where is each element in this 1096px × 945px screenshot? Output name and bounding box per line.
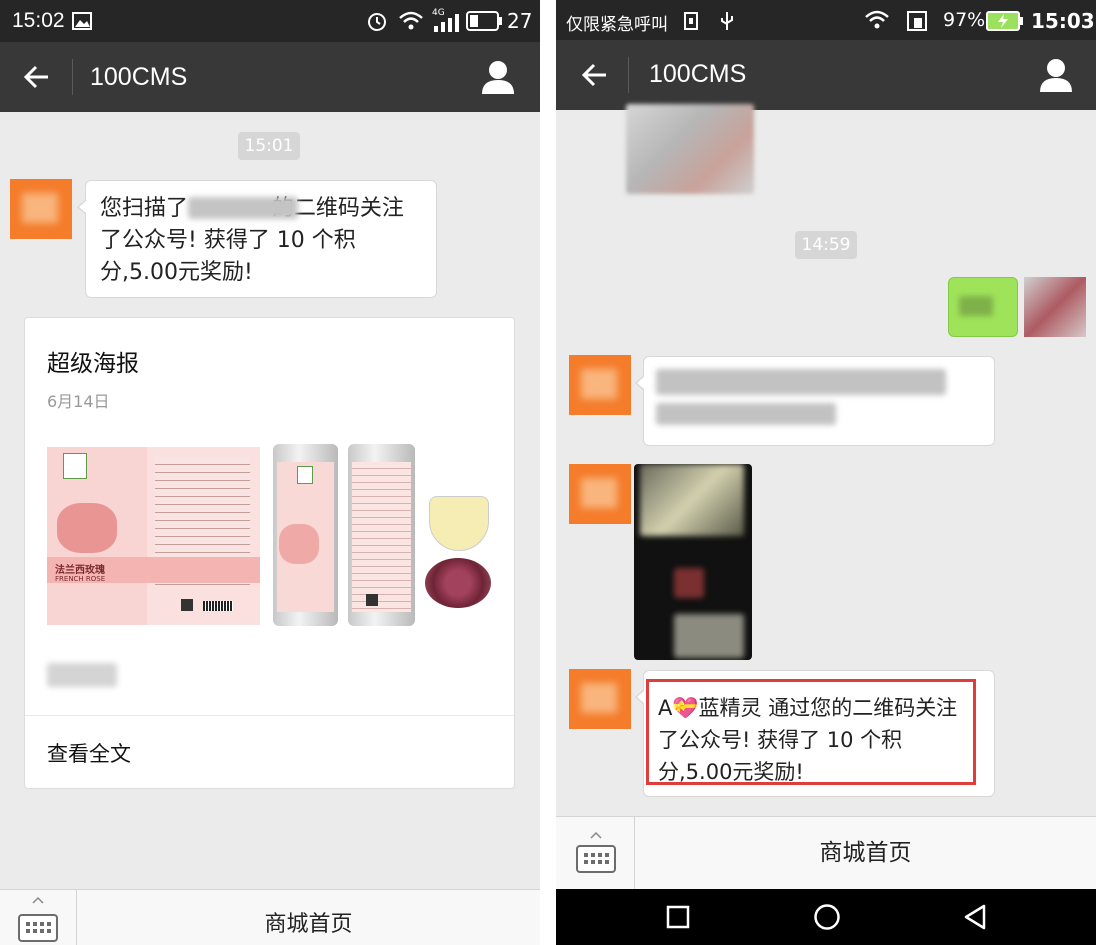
- redacted-image-part: [674, 568, 704, 598]
- redacted-image-message[interactable]: [634, 464, 752, 660]
- header-divider: [72, 59, 73, 95]
- chat-title: 100CMS: [90, 63, 188, 91]
- back-arrow-icon[interactable]: [22, 64, 50, 90]
- keyboard-toggle-icon[interactable]: [576, 845, 616, 873]
- status-time: 15:03: [1031, 9, 1095, 33]
- article-cover-image: 法兰西玫瑰 FRENCH ROSE: [47, 444, 493, 634]
- highlight-box: A💝蓝精灵 通过您的二维码关注了公众号! 获得了 10 个积分,5.00元奖励!: [646, 679, 976, 785]
- profile-icon[interactable]: [480, 58, 516, 96]
- wifi-icon: [399, 11, 423, 30]
- message-text: A💝蓝精灵 通过您的二维码关注了公众号! 获得了 10 个积分,5.00元奖励!: [658, 696, 958, 784]
- profile-icon[interactable]: [1038, 56, 1074, 94]
- my-avatar[interactable]: [1024, 277, 1086, 337]
- signal-icon: [434, 14, 459, 32]
- rose-tea-cup-image: [425, 496, 491, 616]
- redacted-outgoing-text: [959, 296, 993, 316]
- back-arrow-icon[interactable]: [580, 62, 608, 88]
- wifi-icon: [865, 10, 889, 29]
- sim-icon: [684, 12, 698, 30]
- battery-charging-icon: [986, 11, 1023, 31]
- tea-can-back-image: [348, 444, 415, 626]
- usb-icon: [721, 12, 733, 30]
- brand-english: FRENCH ROSE: [55, 575, 106, 583]
- redacted-image-part: [640, 464, 744, 536]
- keyboard-toggle-icon[interactable]: [18, 914, 58, 942]
- chat-header: 100CMS: [556, 40, 1096, 110]
- right-phone-screen: 仅限紧急呼叫 97% 15:03 100CMS 14:59 A💝蓝精灵 通过您的…: [556, 0, 1096, 945]
- article-date: 6月14日: [47, 392, 110, 411]
- battery-level: 27: [507, 9, 533, 33]
- left-phone-screen: 15:02 4G 27 100CMS 15:01 您扫描了 的二维码关注了公众号…: [0, 0, 540, 945]
- bottom-menu-bar: 商城首页: [556, 816, 1096, 890]
- screenshot-divider: [540, 0, 556, 945]
- incoming-message-bubble[interactable]: 您扫描了 的二维码关注了公众号! 获得了 10 个积分,5.00元奖励!: [77, 180, 437, 298]
- card-divider: [25, 715, 514, 716]
- redacted-image-message[interactable]: [626, 104, 754, 194]
- sender-avatar[interactable]: [569, 669, 631, 729]
- data-saver-icon: [907, 11, 927, 31]
- header-divider: [628, 57, 629, 93]
- recent-apps-icon[interactable]: [666, 905, 690, 929]
- sender-avatar[interactable]: [10, 179, 72, 239]
- product-box-image: 法兰西玫瑰 FRENCH ROSE: [47, 447, 260, 625]
- android-navigation-bar: [556, 889, 1096, 945]
- bottom-menu-bar: 商城首页: [0, 889, 540, 945]
- status-bar: 仅限紧急呼叫 97% 15:03: [556, 0, 1096, 40]
- message-timestamp: 14:59: [795, 231, 857, 259]
- mall-home-menu[interactable]: 商城首页: [635, 817, 1096, 890]
- alarm-icon: [368, 13, 386, 31]
- home-icon[interactable]: [813, 903, 841, 931]
- article-card[interactable]: 超级海报 6月14日 法兰西玫瑰 FRENCH ROSE 查看全文: [24, 317, 515, 789]
- outgoing-message-bubble[interactable]: [948, 277, 1018, 337]
- chevron-up-icon: [32, 896, 44, 904]
- sender-avatar[interactable]: [569, 355, 631, 415]
- chat-header: 100CMS: [0, 42, 540, 112]
- redacted-image-part: [674, 614, 744, 658]
- battery-percent: 97%: [943, 9, 986, 31]
- redacted-summary: [47, 663, 117, 687]
- brand-chinese: 法兰西玫瑰: [55, 565, 105, 576]
- read-more-link[interactable]: 查看全文: [47, 738, 131, 768]
- chat-title: 100CMS: [649, 60, 747, 88]
- chevron-up-icon: [590, 831, 602, 839]
- status-time: 15:02: [12, 9, 65, 32]
- incoming-message-bubble[interactable]: A💝蓝精灵 通过您的二维码关注了公众号! 获得了 10 个积分,5.00元奖励!: [635, 670, 995, 797]
- back-triangle-icon[interactable]: [962, 903, 988, 931]
- status-bar: 15:02 4G 27: [0, 0, 540, 42]
- redacted-name: [188, 197, 298, 219]
- mall-home-menu[interactable]: 商城首页: [77, 890, 540, 945]
- article-title: 超级海报: [47, 351, 139, 377]
- carrier-text: 仅限紧急呼叫: [566, 15, 668, 35]
- incoming-message-bubble[interactable]: [635, 356, 995, 446]
- redacted-text-line: [656, 403, 836, 425]
- redacted-text-line: [656, 369, 946, 395]
- tea-can-image: [273, 444, 338, 626]
- battery-icon: [466, 11, 502, 31]
- message-timestamp: 15:01: [238, 132, 300, 160]
- image-icon: [72, 12, 92, 30]
- sender-avatar[interactable]: [569, 464, 631, 524]
